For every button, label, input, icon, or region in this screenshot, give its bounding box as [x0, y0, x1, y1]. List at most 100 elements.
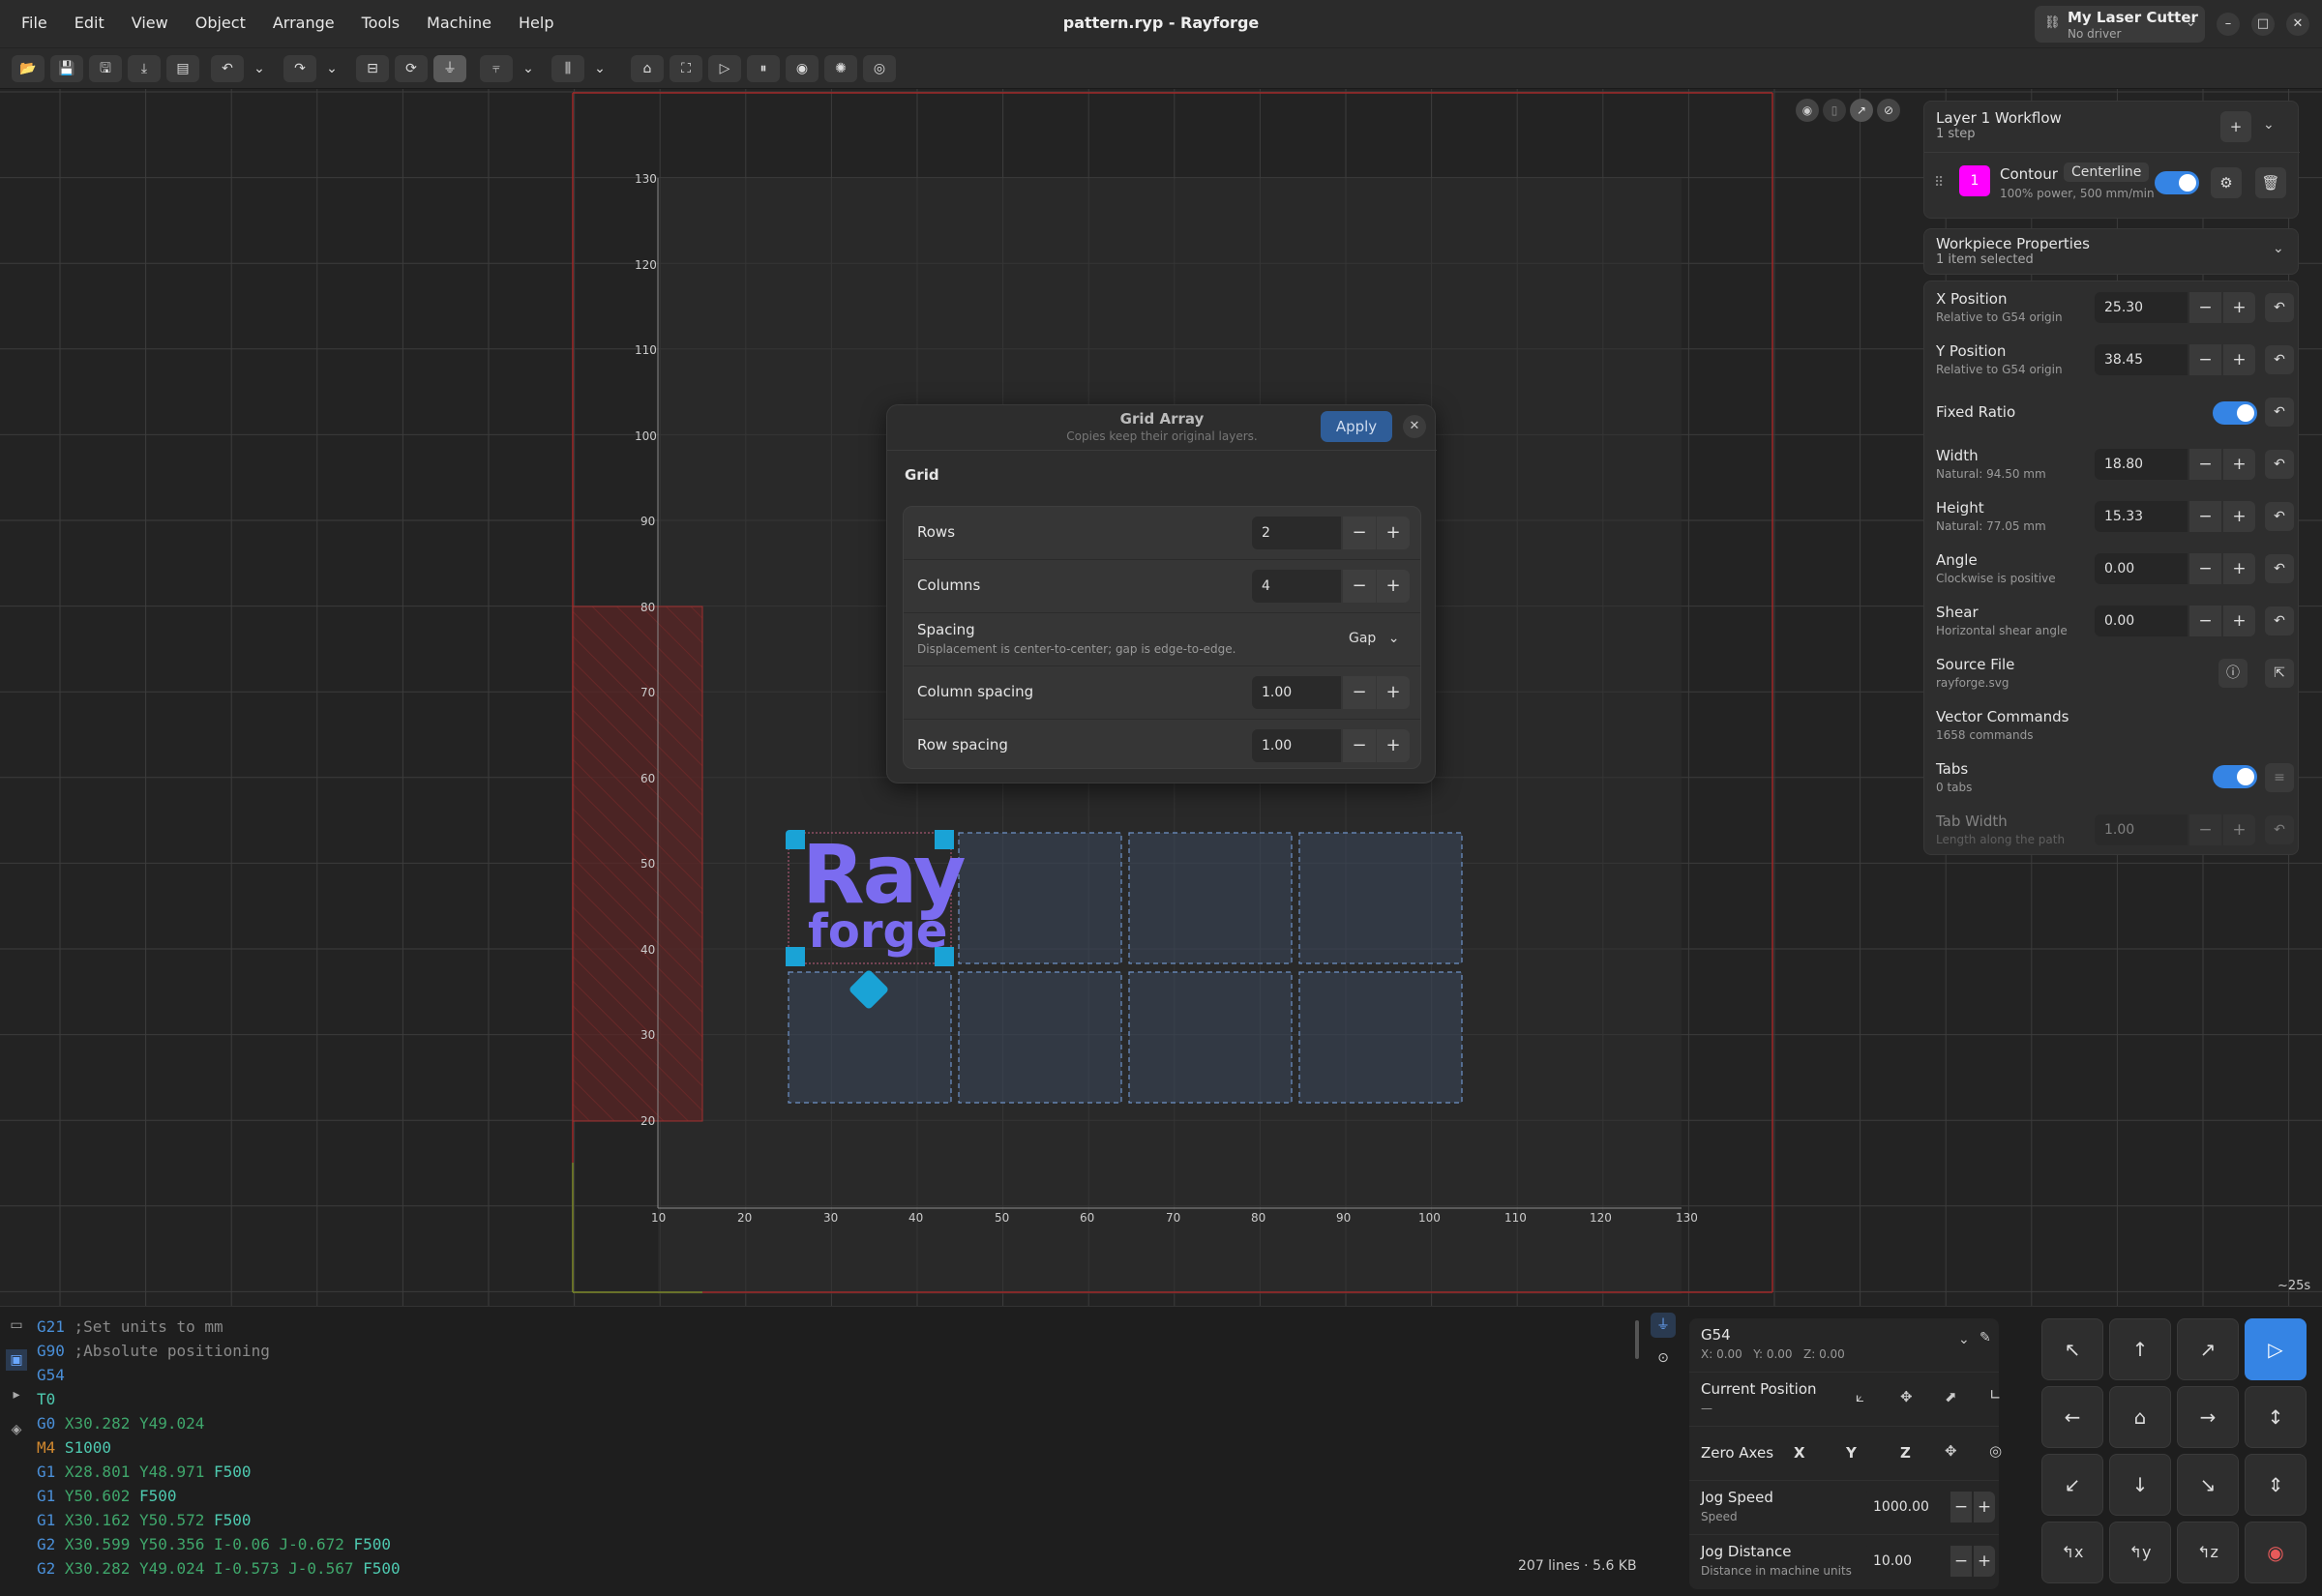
menu-machine[interactable]: Machine — [427, 14, 491, 32]
no-travel-icon[interactable]: ⊘ — [1877, 99, 1900, 122]
jog-up-right-icon[interactable]: ↗ — [2177, 1318, 2239, 1380]
jog-left-icon[interactable]: ← — [2041, 1386, 2103, 1448]
jog-send-icon[interactable]: ▷ — [2245, 1318, 2307, 1380]
jog-speed-input[interactable]: 1000.00 — [1863, 1492, 1949, 1522]
reset-icon[interactable]: ↶ — [2265, 293, 2294, 322]
open-external-icon[interactable]: ⇱ — [2265, 659, 2294, 688]
menu-arrange[interactable]: Arrange — [273, 14, 335, 32]
rows-input[interactable]: 2 — [1252, 517, 1341, 549]
reset-icon[interactable]: ↶ — [2265, 345, 2294, 374]
zero-all-icon[interactable]: ◎ — [1989, 1442, 2002, 1460]
tab-width-increment-button[interactable]: + — [2223, 814, 2255, 845]
drag-handle-icon[interactable]: ⠿ — [1934, 175, 1944, 191]
axes-icon[interactable]: ∟ — [1989, 1386, 2002, 1404]
home-z-icon[interactable]: ↰z — [2177, 1522, 2239, 1583]
menu-object[interactable]: Object — [195, 14, 246, 32]
workpiece-rayforge[interactable]: Ray forge — [786, 827, 967, 966]
menu-file[interactable]: File — [21, 14, 47, 32]
shear-increment-button[interactable]: + — [2223, 606, 2255, 636]
reset-icon[interactable]: ↶ — [2265, 815, 2294, 844]
reset-icon[interactable]: ↶ — [2265, 450, 2294, 479]
eye-icon[interactable]: ◉ — [1796, 99, 1819, 122]
reset-icon[interactable]: ↶ — [2265, 398, 2294, 427]
x-increment-button[interactable]: + — [2223, 292, 2255, 323]
play-icon[interactable]: ▷ — [708, 55, 741, 82]
lock-icon[interactable]: ▯ — [1823, 99, 1846, 122]
tabs-toggle[interactable] — [2213, 765, 2257, 788]
clear-icon[interactable]: ⊟ — [356, 55, 389, 82]
rows-increment-button[interactable]: + — [1377, 517, 1410, 549]
delete-icon[interactable]: 🗑 — [2255, 167, 2286, 198]
menu-edit[interactable]: Edit — [74, 14, 104, 32]
y-increment-button[interactable]: + — [2223, 344, 2255, 375]
x-decrement-button[interactable]: − — [2189, 292, 2221, 323]
angle-increment-button[interactable]: + — [2223, 553, 2255, 584]
row-spacing-increment-button[interactable]: + — [1377, 729, 1410, 762]
path-icon[interactable]: ↗ — [1850, 99, 1873, 122]
refresh-icon[interactable]: ⟳ — [395, 55, 428, 82]
jog-up-icon[interactable]: ↑ — [2109, 1318, 2171, 1380]
columns-decrement-button[interactable]: − — [1343, 570, 1376, 603]
workpiece-properties-header[interactable]: Workpiece Properties 1 item selected ⌄ — [1923, 228, 2299, 275]
reset-icon[interactable]: ↶ — [2265, 606, 2294, 635]
jog-down-right-icon[interactable]: ↘ — [2177, 1454, 2239, 1516]
jog-distance-input[interactable]: 10.00 — [1863, 1546, 1949, 1577]
reset-icon[interactable]: ↶ — [2265, 502, 2294, 531]
jog-distance-increment-button[interactable]: + — [1974, 1546, 1995, 1577]
focus-icon[interactable]: ✺ — [824, 55, 857, 82]
row-spacing-decrement-button[interactable]: − — [1343, 729, 1376, 762]
laser-icon[interactable]: ⏚ — [433, 55, 466, 82]
height-increment-button[interactable]: + — [2223, 501, 2255, 532]
distribute-icon[interactable]: ⫼ — [551, 55, 584, 82]
step-color-swatch[interactable]: 1 — [1959, 165, 1990, 196]
frame-icon[interactable]: ⛶ — [670, 55, 702, 82]
fixed-ratio-toggle[interactable] — [2213, 401, 2257, 425]
console-icon[interactable]: ▭ — [6, 1315, 27, 1336]
terminal-icon[interactable]: ▸ — [6, 1384, 27, 1405]
stop-icon[interactable]: ◉ — [786, 55, 819, 82]
rows-decrement-button[interactable]: − — [1343, 517, 1376, 549]
menu-view[interactable]: View — [132, 14, 168, 32]
gcode-scrollbar[interactable] — [1635, 1320, 1639, 1359]
jog-right-icon[interactable]: → — [2177, 1386, 2239, 1448]
gear-icon[interactable]: ⚙ — [2211, 167, 2242, 198]
minimize-button[interactable]: – — [2217, 13, 2240, 36]
resize-handle-bottom-right[interactable] — [935, 947, 954, 966]
column-spacing-input[interactable]: 1.00 — [1252, 676, 1341, 709]
corner-icon[interactable]: ⬈ — [1945, 1388, 1957, 1405]
step-enable-toggle[interactable] — [2155, 171, 2199, 194]
column-spacing-decrement-button[interactable]: − — [1343, 676, 1376, 709]
close-icon[interactable]: ✕ — [1403, 415, 1426, 438]
import-icon[interactable]: ⤓ — [128, 55, 161, 82]
chevron-down-icon[interactable]: ⌄ — [2273, 241, 2284, 256]
undo-history-chevron-icon[interactable]: ⌄ — [250, 55, 269, 82]
width-input[interactable]: 18.80 — [2095, 449, 2188, 480]
menu-help[interactable]: Help — [519, 14, 553, 32]
tabs-menu-icon[interactable]: ≡ — [2265, 763, 2294, 792]
jog-distance-decrement-button[interactable]: − — [1950, 1546, 1972, 1577]
emergency-stop-icon[interactable]: ◉ — [2245, 1522, 2307, 1583]
redo-icon[interactable]: ↷ — [283, 55, 316, 82]
y-position-input[interactable]: 38.45 — [2095, 344, 2188, 375]
machine-selector[interactable]: ⛓ My Laser Cutter No driver ⌄ — [2035, 6, 2205, 43]
home-icon[interactable]: ⌂ — [631, 55, 664, 82]
jog-home-icon[interactable]: ⌂ — [2109, 1386, 2171, 1448]
angle-decrement-button[interactable]: − — [2189, 553, 2221, 584]
width-decrement-button[interactable]: − — [2189, 449, 2221, 480]
save-icon[interactable]: 💾 — [50, 55, 83, 82]
jog-speed-increment-button[interactable]: + — [1974, 1492, 1995, 1522]
zero-y-button[interactable]: Y — [1846, 1444, 1857, 1462]
undo-icon[interactable]: ↶ — [211, 55, 244, 82]
reset-icon[interactable]: ↶ — [2265, 554, 2294, 583]
resize-handle-top-left[interactable] — [786, 830, 805, 849]
info-icon[interactable]: ⓘ — [2218, 659, 2248, 688]
save-as-icon[interactable]: 🖫 — [89, 55, 122, 82]
edit-icon[interactable]: ✎ — [1980, 1330, 1991, 1345]
close-window-button[interactable]: ✕ — [2286, 13, 2309, 36]
gcode-view-icon[interactable]: ▣ — [6, 1349, 27, 1371]
resize-handle-top-right[interactable] — [935, 830, 954, 849]
zero-z-button[interactable]: Z — [1900, 1444, 1911, 1462]
jog-speed-decrement-button[interactable]: − — [1950, 1492, 1972, 1522]
tab-width-decrement-button[interactable]: − — [2189, 814, 2221, 845]
y-decrement-button[interactable]: − — [2189, 344, 2221, 375]
